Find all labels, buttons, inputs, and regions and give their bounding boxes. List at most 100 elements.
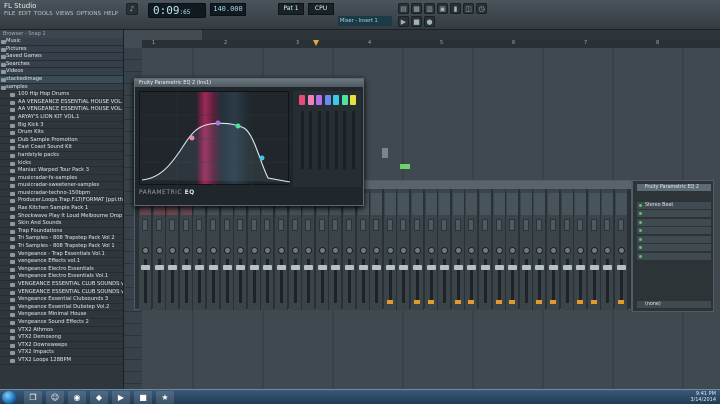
browser-item[interactable]: Pictures bbox=[0, 45, 123, 54]
piano-roll-button[interactable]: ▥ bbox=[424, 3, 435, 14]
mixer-insert-track[interactable] bbox=[275, 189, 288, 310]
fader-handle[interactable] bbox=[440, 265, 450, 270]
route-button[interactable] bbox=[291, 219, 298, 231]
route-button[interactable] bbox=[210, 219, 216, 231]
pan-knob[interactable] bbox=[196, 247, 204, 254]
effect-slot[interactable] bbox=[637, 244, 711, 251]
effect-slot[interactable] bbox=[637, 218, 711, 226]
pan-knob[interactable] bbox=[318, 247, 326, 254]
track-header[interactable] bbox=[124, 360, 142, 372]
browser-item[interactable]: VTX2 Athmos bbox=[0, 327, 123, 335]
song-position-display[interactable]: 0:09:65 bbox=[148, 3, 206, 18]
pan-knob[interactable] bbox=[210, 247, 217, 254]
browser-item[interactable]: Trap Foundations bbox=[0, 228, 123, 236]
fader-handle[interactable] bbox=[562, 265, 572, 270]
mixer-insert-track[interactable] bbox=[220, 189, 234, 310]
fader-handle[interactable] bbox=[413, 265, 422, 270]
route-button[interactable] bbox=[182, 219, 189, 231]
taskbar-app-icon[interactable]: ★ bbox=[156, 391, 174, 404]
pan-knob[interactable] bbox=[509, 247, 517, 254]
pan-knob[interactable] bbox=[223, 247, 231, 254]
route-button[interactable] bbox=[346, 219, 352, 231]
taskbar-app-icon[interactable]: ■ bbox=[134, 391, 152, 404]
route-button[interactable] bbox=[441, 219, 448, 231]
browser-item[interactable]: AA VENGEANCE ESSENTIAL HOUSE VOL.2 bbox=[0, 106, 123, 114]
mixer-insert-track[interactable] bbox=[519, 189, 533, 310]
fader-handle[interactable] bbox=[494, 265, 504, 270]
pan-knob[interactable] bbox=[536, 247, 544, 254]
eq-band-gain-slider[interactable] bbox=[351, 111, 355, 169]
start-button[interactable] bbox=[2, 391, 16, 404]
playlist-clip-green[interactable] bbox=[400, 164, 410, 169]
route-button[interactable] bbox=[495, 219, 502, 231]
mixer-insert-track[interactable] bbox=[370, 189, 384, 310]
effect-slot[interactable] bbox=[637, 210, 711, 217]
slot-enable-icon[interactable] bbox=[639, 246, 642, 249]
pan-knob[interactable] bbox=[427, 247, 435, 254]
browser-button[interactable]: ▣ bbox=[437, 3, 448, 14]
route-button[interactable] bbox=[318, 219, 325, 231]
route-button[interactable] bbox=[142, 219, 148, 231]
plugin-picker-button[interactable]: ◫ bbox=[463, 3, 474, 14]
mixer-insert-track[interactable] bbox=[601, 189, 615, 310]
track-header[interactable] bbox=[124, 312, 142, 324]
fader-handle[interactable] bbox=[358, 265, 368, 270]
browser-item[interactable]: Saved Games bbox=[0, 53, 123, 61]
eq-band-gain-slider[interactable] bbox=[343, 111, 346, 169]
track-header[interactable] bbox=[124, 348, 142, 360]
pan-knob[interactable] bbox=[386, 247, 394, 254]
mixer-insert-track[interactable] bbox=[139, 189, 152, 310]
browser-item[interactable]: samples bbox=[0, 83, 123, 92]
pan-knob[interactable] bbox=[264, 247, 272, 254]
fader-handle[interactable] bbox=[426, 265, 436, 270]
browser-item[interactable]: 100 Hip Hop Drums bbox=[0, 91, 123, 99]
route-button[interactable] bbox=[169, 219, 176, 231]
pan-knob[interactable] bbox=[604, 247, 612, 254]
fader-handle[interactable] bbox=[331, 265, 341, 270]
fader-handle[interactable] bbox=[195, 265, 205, 270]
browser-item[interactable]: VENGEANCE ESSENTIAL CLUB SOUNDS vol-1 bbox=[0, 281, 123, 289]
browser-item[interactable]: VTX2 Demosong bbox=[0, 334, 123, 342]
fader-handle[interactable] bbox=[304, 265, 314, 270]
mixer-insert-track[interactable] bbox=[152, 189, 166, 310]
fader-handle[interactable] bbox=[385, 265, 395, 270]
route-button[interactable] bbox=[332, 219, 339, 231]
pan-knob[interactable] bbox=[482, 247, 489, 254]
pan-knob[interactable] bbox=[278, 247, 285, 254]
mixer-insert-track[interactable] bbox=[587, 189, 601, 310]
fader-handle[interactable] bbox=[141, 265, 150, 270]
route-button[interactable] bbox=[468, 219, 475, 231]
pan-knob[interactable] bbox=[142, 247, 149, 254]
effect-slot[interactable] bbox=[637, 227, 711, 234]
route-button[interactable] bbox=[223, 219, 230, 231]
mixer-insert-track[interactable] bbox=[451, 189, 465, 310]
fader-handle[interactable] bbox=[345, 265, 354, 270]
slot-enable-icon[interactable] bbox=[639, 203, 642, 207]
route-button[interactable] bbox=[563, 219, 570, 231]
fader-handle[interactable] bbox=[222, 265, 232, 270]
browser-item[interactable]: VTX2 Downsweeps bbox=[0, 342, 123, 350]
pan-knob[interactable] bbox=[346, 247, 353, 254]
pan-knob[interactable] bbox=[618, 247, 625, 254]
browser-item[interactable]: Ras Kitchen Sample Pack 1 bbox=[0, 205, 123, 213]
eq-title[interactable]: Fruity Parametric EQ 2 (Ins1) bbox=[135, 79, 363, 87]
route-button[interactable] bbox=[250, 219, 257, 231]
track-header[interactable] bbox=[124, 324, 142, 336]
menu-item-file[interactable]: FILE bbox=[4, 11, 15, 17]
mixer-insert-track[interactable] bbox=[438, 189, 452, 310]
route-button[interactable] bbox=[577, 219, 584, 231]
eq-band-gain-slider[interactable] bbox=[317, 111, 321, 169]
pan-knob[interactable] bbox=[441, 247, 449, 254]
fader-handle[interactable] bbox=[249, 265, 259, 270]
browser-item[interactable]: Maniac Warped Tour Pack 3 bbox=[0, 167, 123, 175]
browser-item[interactable]: AA VENGEANCE ESSENTIAL HOUSE VOL.1 bbox=[0, 99, 123, 107]
mixer-insert-track[interactable] bbox=[179, 189, 193, 310]
taskbar-app-icon[interactable]: ◉ bbox=[68, 391, 86, 404]
fader-handle[interactable] bbox=[168, 265, 178, 270]
pan-knob[interactable] bbox=[495, 247, 503, 254]
browser-item[interactable]: Big Kick 3 bbox=[0, 122, 123, 130]
mixer-insert-track[interactable] bbox=[533, 189, 547, 310]
browser-item[interactable]: musicradar-techno-150bpm bbox=[0, 190, 123, 198]
route-button[interactable] bbox=[550, 219, 556, 231]
browser-item[interactable]: Producer.Loops.Trap.F.LT(FORMAT [ppl.thl… bbox=[0, 197, 123, 206]
